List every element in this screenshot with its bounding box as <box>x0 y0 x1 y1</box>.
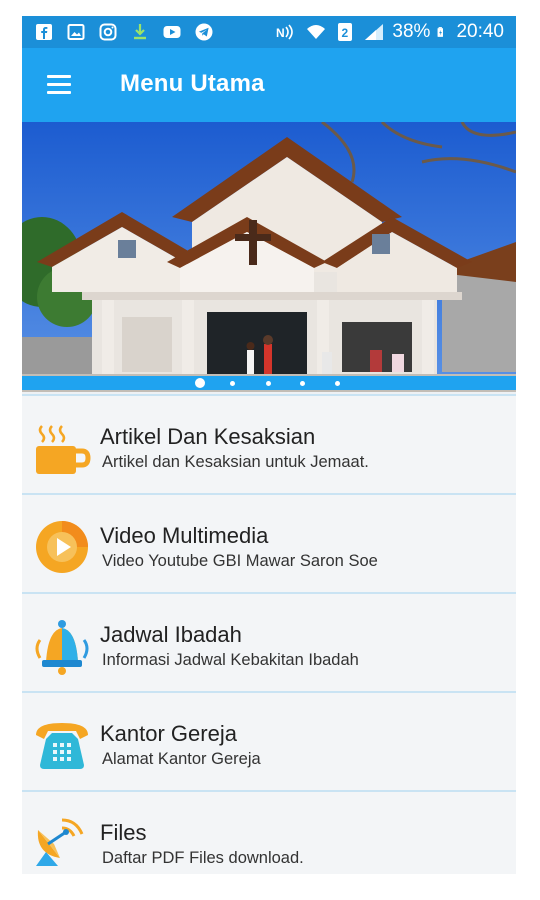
menu-item-title: Kantor Gereja <box>100 721 237 746</box>
carousel-dot[interactable] <box>300 381 305 386</box>
carousel-dot[interactable] <box>266 381 271 386</box>
menu-item-files[interactable]: Files Daftar PDF Files download. <box>22 790 516 874</box>
youtube-icon <box>163 26 181 38</box>
gallery-icon <box>67 24 85 40</box>
menu-item-subtitle: Video Youtube GBI Mawar Saron Soe <box>102 552 378 570</box>
page-title: Menu Utama <box>120 70 265 97</box>
video-play-icon <box>36 521 88 573</box>
menu-list: Artikel Dan Kesaksian Artikel dan Kesaks… <box>22 394 516 874</box>
phone-screen: N 2 38% 20:40 Menu Utama Artikel Dan Kes… <box>22 16 516 874</box>
menu-item-subtitle: Daftar PDF Files download. <box>102 849 304 867</box>
svg-text:N: N <box>276 26 285 40</box>
nfc-icon: N <box>276 24 294 40</box>
sim-icon: 2 <box>338 23 353 41</box>
banner-carousel[interactable] <box>22 122 516 392</box>
telephone-icon <box>36 723 88 769</box>
clock: 20:40 <box>456 21 504 42</box>
instagram-icon <box>99 23 117 41</box>
status-bar: N 2 38% 20:40 <box>22 16 516 48</box>
menu-item-jadwal[interactable]: Jadwal Ibadah Informasi Jadwal Kebakitan… <box>22 592 516 691</box>
menu-item-kantor[interactable]: Kantor Gereja Alamat Kantor Gereja <box>22 691 516 790</box>
carousel-dot[interactable] <box>230 381 235 386</box>
menu-item-subtitle: Alamat Kantor Gereja <box>102 750 261 768</box>
signal-icon <box>365 24 384 40</box>
carousel-dot[interactable] <box>335 381 340 386</box>
svg-text:2: 2 <box>342 26 349 40</box>
telegram-icon <box>195 23 213 41</box>
hamburger-menu-icon[interactable] <box>44 72 74 98</box>
download-icon <box>134 24 146 40</box>
menu-item-subtitle: Informasi Jadwal Kebakitan Ibadah <box>102 651 359 669</box>
facebook-icon <box>36 24 52 40</box>
menu-item-subtitle: Artikel dan Kesaksian untuk Jemaat. <box>102 453 369 471</box>
battery-percent: 38% <box>392 21 431 42</box>
notification-icons <box>34 22 214 42</box>
menu-item-title: Files <box>100 820 147 845</box>
battery-icon <box>437 27 444 37</box>
church-photo <box>22 122 516 392</box>
satellite-dish-icon <box>36 818 84 866</box>
menu-item-video[interactable]: Video Multimedia Video Youtube GBI Mawar… <box>22 493 516 592</box>
bell-icon <box>35 620 89 675</box>
menu-item-artikel[interactable]: Artikel Dan Kesaksian Artikel dan Kesaks… <box>22 394 516 493</box>
menu-item-title: Artikel Dan Kesaksian <box>100 424 316 449</box>
app-bar: Menu Utama <box>22 48 516 122</box>
carousel-indicator <box>22 376 516 390</box>
coffee-cup-icon <box>36 425 91 474</box>
menu-item-title: Jadwal Ibadah <box>100 622 242 647</box>
wifi-icon <box>307 25 326 39</box>
system-status: N 2 38% 20:40 <box>276 21 504 43</box>
carousel-dot[interactable] <box>195 378 205 388</box>
menu-item-title: Video Multimedia <box>100 523 269 548</box>
